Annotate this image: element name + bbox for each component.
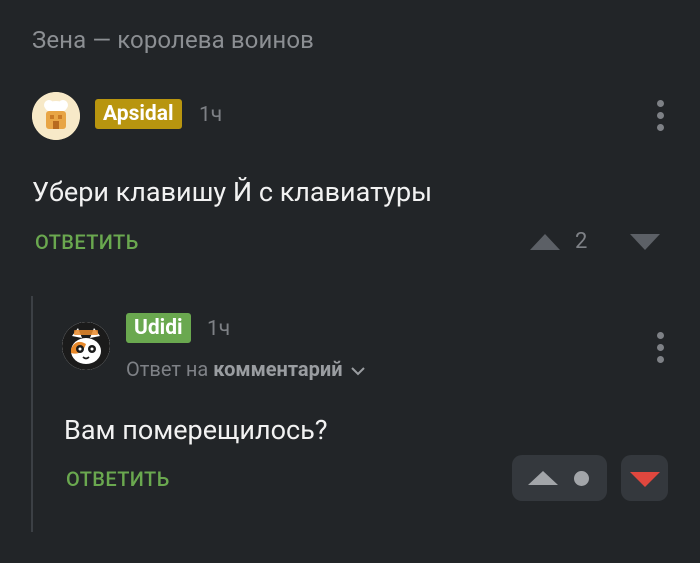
more-vertical-icon[interactable] [653,100,667,131]
thread-line[interactable] [31,296,33,532]
upvote-icon[interactable] [530,234,560,250]
reply-to-prefix: Ответ на [126,357,209,381]
avatar-image [32,92,80,140]
downvote-icon[interactable] [630,234,660,250]
comment-text: Убери клавишу Й с клавиатуры [32,176,433,208]
author-badge[interactable]: Udidi [126,313,191,343]
avatar[interactable] [32,92,80,140]
reply-button[interactable]: ОТВЕТИТЬ [35,230,139,254]
upvote-box[interactable] [512,455,607,501]
chevron-down-icon[interactable] [350,365,366,377]
post-title[interactable]: Зена — королева воинов [32,26,314,54]
avatar-image [62,322,110,370]
more-vertical-icon[interactable] [653,332,667,363]
comment-time: 1ч [199,103,223,127]
upvote-icon[interactable] [528,471,558,485]
author-badge[interactable]: Apsidal [95,99,182,129]
rating-count: 2 [575,229,588,254]
reply-to[interactable]: Ответ на комментарий [126,357,366,381]
downvote-box[interactable] [621,455,668,501]
reply-to-target[interactable]: комментарий [213,357,342,381]
reply-button[interactable]: ОТВЕТИТЬ [66,467,170,491]
comment-time: 1ч [207,317,231,341]
rating-dot [574,471,589,486]
downvote-icon[interactable] [630,472,660,487]
comment-text: Вам померещилось? [64,414,328,446]
avatar[interactable] [62,322,110,370]
